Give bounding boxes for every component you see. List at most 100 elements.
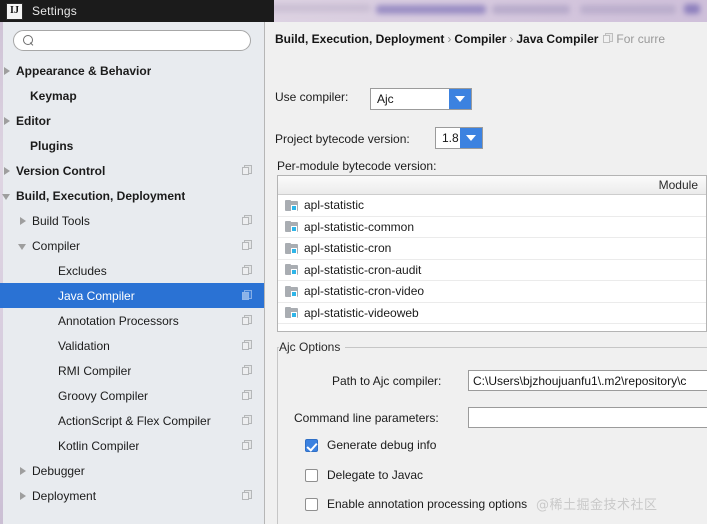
table-row[interactable]: apl-statistic-cron: [278, 238, 706, 260]
project-bytecode-dropdown[interactable]: 1.8: [435, 127, 483, 149]
settings-sidebar: Appearance & BehaviorKeymapEditor Plugins…: [0, 22, 265, 524]
path-to-ajc-label: Path to Ajc compiler:: [332, 374, 441, 388]
tree-spacer: [44, 316, 54, 326]
copy-settings-icon[interactable]: [242, 440, 252, 451]
settings-window: IJ Settings Appearance & BehaviorKeymapE…: [0, 0, 707, 524]
sidebar-item-version-control[interactable]: Version Control: [0, 158, 264, 183]
module-name: apl-statistic: [304, 198, 364, 212]
table-row[interactable]: apl-statistic-cron-audit: [278, 260, 706, 282]
checkbox-generate-debug-info[interactable]: [305, 439, 318, 452]
copy-settings-icon[interactable]: [242, 215, 252, 226]
copy-settings-icon[interactable]: [242, 265, 252, 276]
sidebar-item-deployment[interactable]: Deployment: [0, 483, 264, 508]
search-box[interactable]: [13, 30, 251, 51]
search-input[interactable]: [39, 33, 243, 50]
module-bytecode-table[interactable]: Module apl-statistic apl-statistic-common…: [277, 175, 707, 332]
settings-content: Build, Execution, Deployment›Compiler›Ja…: [265, 22, 707, 524]
chevron-right-icon[interactable]: [18, 491, 28, 501]
breadcrumb-part-3[interactable]: Java Compiler: [516, 32, 598, 46]
sidebar-item-actionscript-flex-compiler[interactable]: ActionScript & Flex Compiler: [0, 408, 264, 433]
use-compiler-dropdown[interactable]: Ajc: [370, 88, 472, 110]
group-border-left: [277, 347, 278, 524]
sidebar-item-keymap[interactable]: Keymap: [0, 83, 264, 108]
copy-settings-icon[interactable]: [242, 315, 252, 326]
chevron-right-icon[interactable]: [2, 66, 12, 76]
sidebar-item-rmi-compiler[interactable]: RMI Compiler: [0, 358, 264, 383]
blur-smudge: [580, 5, 676, 14]
copy-settings-icon[interactable]: [603, 33, 613, 44]
chevron-down-icon[interactable]: [2, 191, 12, 201]
module-name: apl-statistic-cron-audit: [304, 263, 421, 277]
module-icon: [285, 286, 298, 297]
sidebar-item-label: Compiler: [32, 239, 80, 253]
copy-settings-icon[interactable]: [242, 415, 252, 426]
table-row[interactable]: apl-statistic: [278, 195, 706, 217]
sidebar-item-excludes[interactable]: Excludes: [0, 258, 264, 283]
command-line-input[interactable]: [468, 407, 707, 428]
module-icon: [285, 221, 298, 232]
table-row[interactable]: apl-statistic-common: [278, 217, 706, 239]
checkbox-enable-annotation-processing-options[interactable]: [305, 498, 318, 511]
module-name: apl-statistic-common: [304, 220, 414, 234]
chevron-down-icon[interactable]: [460, 128, 482, 148]
blur-smudge: [492, 5, 570, 14]
table-row[interactable]: apl-statistic-cron-video: [278, 281, 706, 303]
copy-settings-icon[interactable]: [242, 165, 252, 176]
breadcrumb-part-2[interactable]: Compiler: [454, 32, 506, 46]
sidebar-item-label: Plugins: [30, 139, 73, 153]
chevron-right-icon[interactable]: [2, 116, 12, 126]
chevron-right-icon[interactable]: [18, 216, 28, 226]
command-line-row: Command line parameters:: [294, 411, 439, 425]
copy-settings-icon[interactable]: [242, 390, 252, 401]
sidebar-item-groovy-compiler[interactable]: Groovy Compiler: [0, 383, 264, 408]
checkbox-row[interactable]: Delegate to Javac: [305, 468, 423, 482]
sidebar-item-kotlin-compiler[interactable]: Kotlin Compiler: [0, 433, 264, 458]
project-bytecode-label: Project bytecode version:: [275, 132, 410, 146]
chevron-right-icon[interactable]: [18, 466, 28, 476]
sidebar-item-annotation-processors[interactable]: Annotation Processors: [0, 308, 264, 333]
blur-smudge: [684, 4, 700, 14]
sidebar-item-appearance-behavior[interactable]: Appearance & Behavior: [0, 58, 264, 83]
search-container: [13, 30, 251, 51]
checkbox-delegate-to-javac[interactable]: [305, 469, 318, 482]
sidebar-item-debugger[interactable]: Debugger: [0, 458, 264, 483]
breadcrumb-separator: ›: [444, 32, 454, 46]
intellij-idea-icon: IJ: [6, 3, 23, 20]
sidebar-item-build-tools[interactable]: Build Tools: [0, 208, 264, 233]
module-name: apl-statistic-cron-video: [304, 284, 424, 298]
copy-settings-icon[interactable]: [242, 490, 252, 501]
project-bytecode-row: Project bytecode version:: [275, 132, 410, 146]
for-current-project-label: For curre: [616, 32, 665, 46]
tree-spacer: [44, 291, 54, 301]
table-row[interactable]: apl-statistic-videoweb: [278, 303, 706, 325]
copy-settings-icon[interactable]: [242, 290, 252, 301]
blur-smudge: [376, 5, 486, 14]
copy-settings-icon[interactable]: [242, 240, 252, 251]
path-to-ajc-input[interactable]: [468, 370, 707, 391]
ajc-options-group-title: Ajc Options: [279, 340, 345, 354]
chevron-right-icon[interactable]: [2, 166, 12, 176]
module-icon: [285, 264, 298, 275]
tree-spacer: [16, 91, 26, 101]
module-icon: [285, 307, 298, 318]
use-compiler-value: Ajc: [371, 92, 394, 106]
table-header-row: Module: [278, 176, 706, 195]
sidebar-item-validation[interactable]: Validation: [0, 333, 264, 358]
sidebar-item-editor[interactable]: Editor: [0, 108, 264, 133]
sidebar-item-label: Annotation Processors: [58, 314, 179, 328]
sidebar-item-compiler[interactable]: Compiler: [0, 233, 264, 258]
sidebar-item-build-execution-deployment[interactable]: Build, Execution, Deployment: [0, 183, 264, 208]
checkbox-label: Enable annotation processing options: [327, 497, 527, 511]
sidebar-item-label: Deployment: [32, 489, 96, 503]
checkbox-row[interactable]: Generate debug info: [305, 438, 436, 452]
chevron-down-icon[interactable]: [18, 241, 28, 251]
chevron-down-icon[interactable]: [449, 89, 471, 109]
project-bytecode-value: 1.8: [436, 131, 459, 145]
breadcrumb-part-1[interactable]: Build, Execution, Deployment: [275, 32, 444, 46]
module-icon: [285, 200, 298, 211]
sidebar-item-plugins[interactable]: Plugins: [0, 133, 264, 158]
checkbox-row[interactable]: Enable annotation processing options: [305, 497, 527, 511]
copy-settings-icon[interactable]: [242, 340, 252, 351]
copy-settings-icon[interactable]: [242, 365, 252, 376]
sidebar-item-java-compiler[interactable]: Java Compiler: [0, 283, 264, 308]
